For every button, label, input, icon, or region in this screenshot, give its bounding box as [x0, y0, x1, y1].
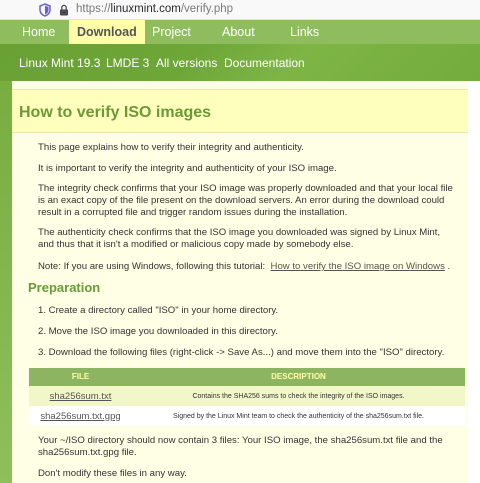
browser-url-bar[interactable]: https://linuxmint.com/verify.php: [0, 0, 480, 20]
sub-navigation: Linux Mint 19.3 LMDE 3 All versions Docu…: [0, 44, 480, 81]
top-navigation: Home Download Project About Links: [0, 20, 480, 44]
windows-tutorial-link[interactable]: How to verify the ISO image on Windows: [271, 261, 445, 272]
row-description: Signed by the Linux Mint team to check t…: [173, 412, 424, 420]
step-2: 2. Move the ISO image you downloaded in …: [38, 326, 278, 337]
intro-paragraph-1: This page explains how to verify their i…: [38, 142, 304, 153]
subnav-lmde-3[interactable]: LMDE 3: [106, 56, 149, 70]
note-prefix: Note: If you are using Windows, followin…: [38, 261, 266, 272]
url-host: linuxmint.com: [110, 3, 181, 15]
nav-links[interactable]: Links: [290, 20, 319, 44]
header-file: FILE: [71, 372, 90, 381]
intro-paragraph-2: It is important to verify the integrity …: [38, 163, 337, 174]
note-suffix: .: [447, 261, 451, 272]
preparation-heading: Preparation: [28, 280, 101, 295]
windows-note: Note: If you are using Windows, followin…: [38, 261, 458, 273]
intro-paragraph-integrity: The integrity check confirms that your I…: [38, 183, 453, 218]
shield-icon[interactable]: [38, 3, 52, 17]
subnav-linux-mint-19-3[interactable]: Linux Mint 19.3: [19, 56, 100, 70]
step-1: 1. Create a directory called "ISO" in yo…: [38, 305, 279, 316]
nav-home[interactable]: Home: [22, 20, 55, 44]
dont-modify-paragraph: Don't modify these files in any way.: [38, 468, 187, 479]
lock-icon[interactable]: [58, 4, 70, 16]
nav-about[interactable]: About: [222, 20, 255, 44]
url-path: /verify.php: [180, 3, 234, 15]
page-title: How to verify ISO images: [19, 104, 212, 121]
files-table: FILE DESCRIPTION sha256sum.txt Contains …: [29, 368, 465, 426]
table-row: sha256sum.txt.gpg Signed by the Linux Mi…: [29, 406, 465, 426]
left-decorative-strip: [0, 81, 12, 483]
nav-download[interactable]: Download: [69, 20, 145, 44]
main-content: How to verify ISO images This page expla…: [12, 81, 468, 483]
title-box: How to verify ISO images: [12, 89, 468, 133]
table-row: sha256sum.txt Contains the SHA256 sums t…: [29, 386, 465, 406]
sha256sum-gpg-link[interactable]: sha256sum.txt.gpg: [29, 411, 132, 422]
nav-project[interactable]: Project: [152, 20, 191, 44]
url-text[interactable]: https://linuxmint.com/verify.php: [76, 3, 233, 15]
sha256sum-txt-link[interactable]: sha256sum.txt: [29, 391, 132, 402]
table-header: FILE DESCRIPTION: [29, 368, 465, 386]
subnav-all-versions[interactable]: All versions: [156, 56, 217, 70]
step-3: 3. Download the following files (right-c…: [38, 347, 445, 358]
right-margin: [468, 81, 480, 483]
intro-paragraph-authenticity: The authenticity check confirms that the…: [38, 227, 441, 250]
subnav-documentation[interactable]: Documentation: [224, 56, 305, 70]
row-description: Contains the SHA256 sums to check the in…: [192, 392, 405, 400]
url-scheme: https://: [76, 3, 111, 15]
header-description: DESCRIPTION: [271, 372, 326, 381]
after-table-paragraph: Your ~/ISO directory should now contain …: [38, 435, 443, 458]
